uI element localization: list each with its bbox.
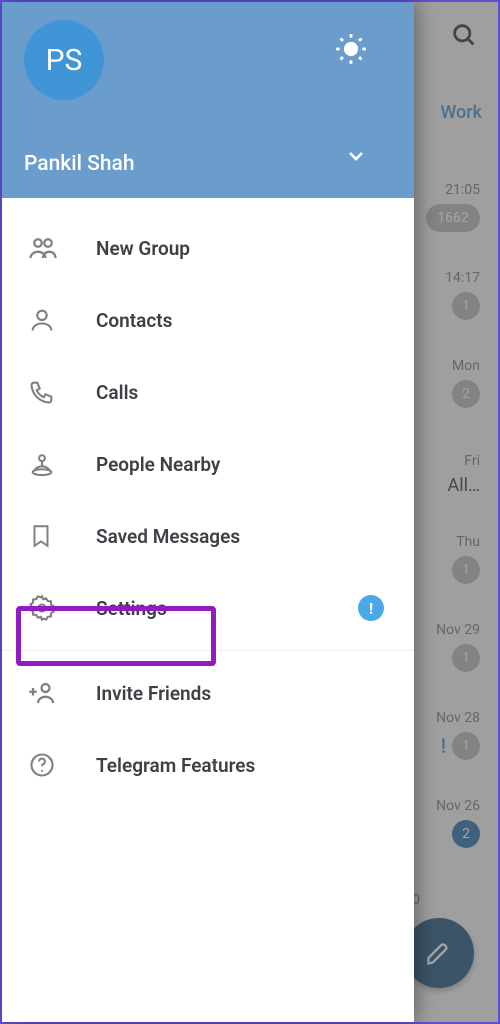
avatar[interactable]: PS <box>24 20 104 100</box>
menu-item-calls[interactable]: Calls <box>2 356 414 428</box>
drawer-menu: New Group Contacts Calls People Nearby <box>2 198 414 1022</box>
sun-icon[interactable] <box>334 32 368 70</box>
menu-item-settings[interactable]: Settings ! <box>2 572 414 644</box>
menu-label: New Group <box>96 237 190 260</box>
menu-label: People Nearby <box>96 453 220 476</box>
person-icon <box>28 306 96 334</box>
menu-label: Telegram Features <box>96 754 255 777</box>
drawer-username: Pankil Shah <box>24 152 135 176</box>
menu-label: Settings <box>96 597 167 620</box>
alert-badge: ! <box>358 595 384 621</box>
navigation-drawer: PS Pankil Shah New Group Contacts <box>2 2 414 1022</box>
menu-label: Saved Messages <box>96 525 240 548</box>
menu-item-telegram-features[interactable]: Telegram Features <box>2 729 414 801</box>
help-icon <box>28 751 96 779</box>
menu-label: Calls <box>96 381 138 404</box>
phone-icon <box>28 378 96 406</box>
bookmark-icon <box>28 523 96 549</box>
chevron-down-icon[interactable] <box>344 144 368 172</box>
menu-item-saved-messages[interactable]: Saved Messages <box>2 500 414 572</box>
menu-label: Contacts <box>96 309 172 332</box>
gear-icon <box>28 594 96 622</box>
invite-icon <box>28 678 96 708</box>
menu-divider <box>2 650 414 651</box>
menu-item-new-group[interactable]: New Group <box>2 212 414 284</box>
drawer-header: PS Pankil Shah <box>2 2 414 198</box>
nearby-icon <box>28 450 96 478</box>
menu-item-people-nearby[interactable]: People Nearby <box>2 428 414 500</box>
avatar-initials: PS <box>46 43 83 78</box>
group-icon <box>28 233 96 263</box>
menu-item-invite-friends[interactable]: Invite Friends <box>2 657 414 729</box>
menu-label: Invite Friends <box>96 682 211 705</box>
menu-item-contacts[interactable]: Contacts <box>2 284 414 356</box>
